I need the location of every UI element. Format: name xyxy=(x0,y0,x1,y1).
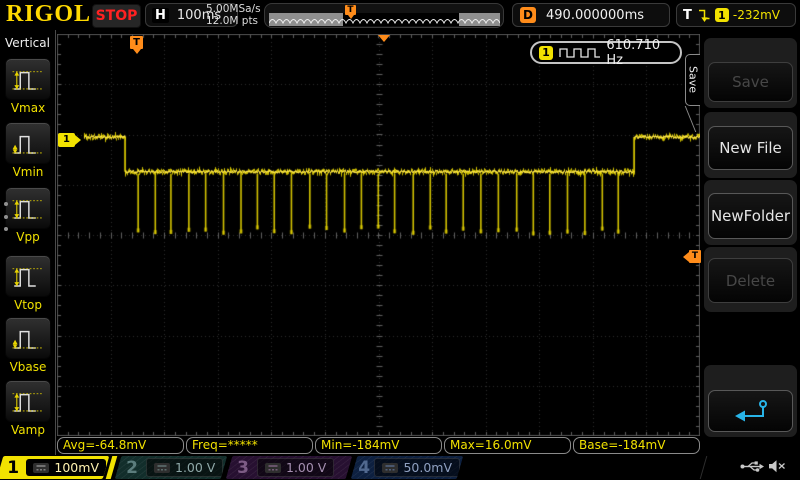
run-state-indicator: STOP xyxy=(92,4,141,28)
measurement-freq: Freq=***** xyxy=(186,437,313,454)
new-file-button[interactable]: New File xyxy=(708,126,793,170)
channel3-scale: 1.00 V xyxy=(286,460,326,475)
frequency-readout: 1 610.710 Hz xyxy=(530,41,682,64)
trigger-source-channel-badge: 1 xyxy=(715,8,729,22)
save-button[interactable]: Save xyxy=(708,62,793,102)
measurement-min: Min=-184mV xyxy=(315,437,442,454)
speaker-muted-icon xyxy=(768,459,786,474)
delay-position-marker-icon xyxy=(378,35,390,42)
memory-waveform-strip xyxy=(269,13,500,26)
memory-position-bar: T xyxy=(264,3,504,28)
channel1-number: 1 xyxy=(0,458,26,478)
menu-page-dot xyxy=(4,202,8,206)
memory-trigger-flag-icon: T xyxy=(345,5,356,15)
trigger-position-flag: T xyxy=(130,36,143,49)
left-menu-item-vamp[interactable]: Vamp xyxy=(3,380,53,437)
softkey-slot: NewFolder xyxy=(704,180,797,245)
channel3-number: 3 xyxy=(229,458,257,478)
left-measure-menu: Vertical Vmax Vmin Vpp Vtop Vbase Vamp xyxy=(0,30,56,455)
vtop-icon xyxy=(8,261,48,292)
freq-channel-badge: 1 xyxy=(539,46,553,60)
right-soft-menu: Save Save New File NewFolder Delete xyxy=(700,30,800,455)
h-label: H xyxy=(152,8,169,23)
new-folder-button[interactable]: NewFolder xyxy=(708,193,793,239)
softkey-slot: New File xyxy=(704,112,797,178)
return-arrow-icon xyxy=(729,398,773,424)
trigger-level-value: -232mV xyxy=(733,8,780,22)
bottom-bar-divider xyxy=(700,456,708,479)
channel1-scale: 100mV xyxy=(54,460,99,475)
memory-waveform-icon xyxy=(269,13,500,26)
delay-box: D 490.000000ms xyxy=(512,3,670,27)
falling-edge-icon xyxy=(697,8,711,23)
scope-graticule-display xyxy=(57,34,700,436)
left-menu-item-vtop[interactable]: Vtop xyxy=(3,255,53,312)
acquisition-info: 5.00MSa/s 12.0M pts xyxy=(206,3,262,27)
channel1-chip[interactable]: 1 100mV xyxy=(0,456,109,479)
measurement-max: Max=16.0mV xyxy=(444,437,571,454)
trigger-box: T 1 -232mV xyxy=(676,3,796,27)
menu-tab-save: Save xyxy=(685,54,700,106)
coupling-icon xyxy=(154,463,170,473)
menu-page-dot xyxy=(4,227,8,231)
delete-button[interactable]: Delete xyxy=(708,258,793,303)
channel2-chip[interactable]: 2 1.00 V xyxy=(115,456,228,479)
coupling-icon xyxy=(382,463,398,473)
left-menu-item-vmin[interactable]: Vmin xyxy=(3,122,53,179)
vmax-icon xyxy=(8,64,48,95)
vmin-icon xyxy=(8,128,48,159)
delay-label: D xyxy=(520,7,536,23)
left-menu-item-vmax[interactable]: Vmax xyxy=(3,58,53,115)
vpp-icon xyxy=(8,193,48,224)
usb-icon xyxy=(740,460,764,473)
top-status-bar: RIGOL STOP H 100ms 5.00MSa/s 12.0M pts T… xyxy=(0,0,800,30)
channel4-scale: 50.0mV xyxy=(403,460,452,475)
vamp-icon xyxy=(8,386,48,417)
sample-rate: 5.00MSa/s xyxy=(206,3,262,15)
softkey-slot xyxy=(704,365,797,437)
memory-depth: 12.0M pts xyxy=(206,15,262,27)
delay-value: 490.000000ms xyxy=(546,8,644,23)
channel2-scale: 1.00 V xyxy=(175,460,215,475)
channel-status-bar: 1 100mV 2 1.00 V xyxy=(0,455,800,480)
measurement-avg: Avg=-64.8mV xyxy=(57,437,184,454)
coupling-icon xyxy=(265,463,281,473)
back-button[interactable] xyxy=(708,390,793,432)
square-wave-icon xyxy=(559,46,601,59)
left-menu-item-vpp[interactable]: Vpp xyxy=(3,187,53,244)
channel1-zero-marker: 1 xyxy=(58,133,75,147)
channel3-chip[interactable]: 3 1.00 V xyxy=(226,456,353,479)
softkey-slot: Delete xyxy=(704,247,797,312)
oscilloscope-screen: RIGOL STOP H 100ms 5.00MSa/s 12.0M pts T… xyxy=(0,0,800,480)
softkey-slot: Save xyxy=(704,38,797,108)
measurement-results-row: Avg=-64.8mV Freq=***** Min=-184mV Max=16… xyxy=(57,437,700,454)
left-menu-item-vbase[interactable]: Vbase xyxy=(3,317,53,374)
frequency-value: 610.710 Hz xyxy=(606,38,680,68)
left-menu-title: Vertical xyxy=(0,36,55,50)
rigol-logo: RIGOL xyxy=(6,1,91,28)
vbase-icon xyxy=(8,323,48,354)
menu-page-dot xyxy=(4,215,8,219)
channel4-number: 4 xyxy=(354,458,374,478)
coupling-icon xyxy=(33,463,49,473)
channel2-number: 2 xyxy=(118,458,146,478)
trigger-label: T xyxy=(683,8,692,23)
measurement-base: Base=-184mV xyxy=(573,437,700,454)
channel4-chip[interactable]: 4 50.0mV xyxy=(351,456,464,479)
